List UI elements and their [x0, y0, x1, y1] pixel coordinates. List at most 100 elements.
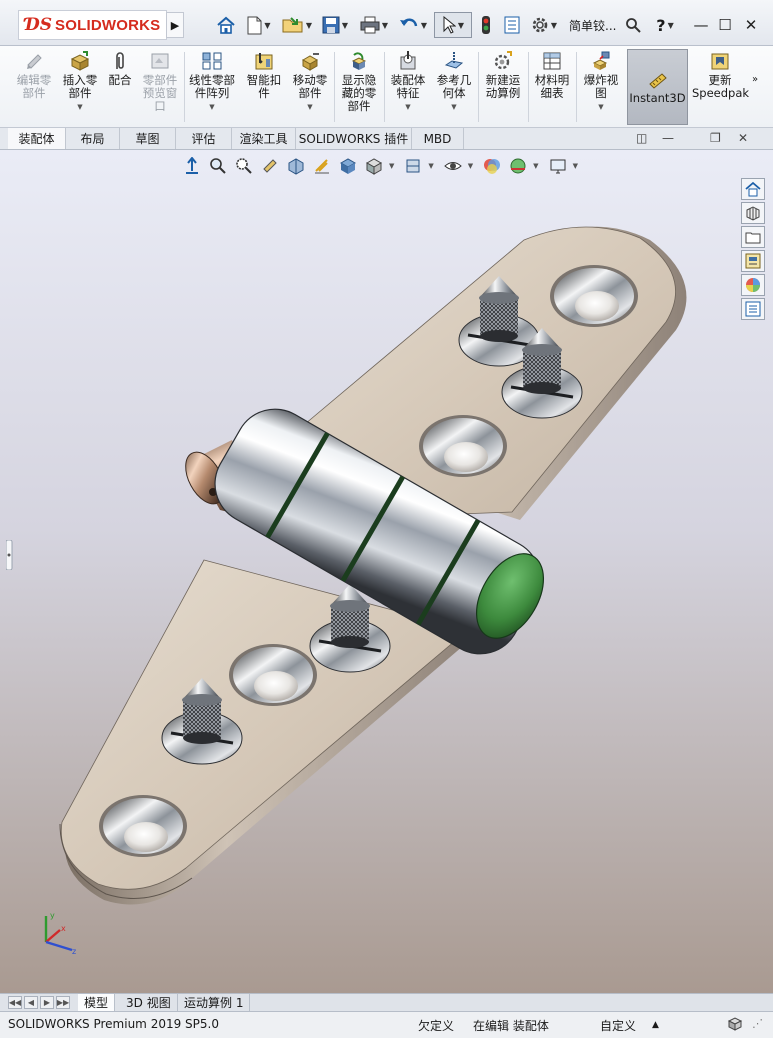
dropdown-arrow-icon[interactable]: ▼ [389, 162, 394, 170]
first-tab-arrow-icon[interactable]: ◀◀ [8, 996, 22, 1009]
rebuild-icon[interactable] [477, 12, 495, 38]
zoom-to-fit-icon[interactable] [207, 155, 229, 177]
countersunk-hole[interactable] [419, 415, 507, 477]
tab-mbd[interactable]: MBD [412, 128, 464, 149]
last-tab-arrow-icon[interactable]: ▶▶ [56, 996, 70, 1009]
assembly-features-button[interactable]: 装配体特征 ▼ [386, 50, 430, 114]
design-library-icon[interactable] [741, 202, 765, 224]
tab-motion-study-1[interactable]: 运动算例 1 [178, 994, 251, 1011]
appearance-icon[interactable] [481, 155, 503, 177]
tab-solidworks-addins[interactable]: SOLIDWORKS 插件 [296, 128, 412, 149]
scene-icon[interactable] [507, 155, 529, 177]
edit-component-icon [23, 50, 45, 72]
view-orientation-icon[interactable] [181, 155, 203, 177]
file-properties-icon[interactable] [501, 12, 523, 38]
next-tab-arrow-icon[interactable]: ▶ [40, 996, 54, 1009]
tab-sketch[interactable]: 草图 [120, 128, 176, 149]
dropdown-arrow-icon[interactable]: ▼ [307, 101, 312, 114]
dropdown-arrow-icon[interactable]: ▼ [598, 101, 603, 114]
component-preview-button[interactable]: 零部件预览窗口 [138, 50, 182, 113]
resize-grip-icon[interactable]: ⋰ [752, 1017, 763, 1030]
print-icon[interactable]: ▼ [357, 12, 391, 38]
eye-icon[interactable] [442, 155, 464, 177]
view-settings-monitor-icon[interactable] [547, 155, 569, 177]
hide-show-items-icon[interactable] [402, 155, 424, 177]
view-palette-icon[interactable] [741, 250, 765, 272]
countersunk-hole[interactable] [550, 265, 638, 327]
dropdown-arrow-icon[interactable]: ▼ [451, 101, 456, 114]
save-icon[interactable]: ▼ [318, 12, 352, 38]
dropdown-arrow-icon[interactable]: ▼ [405, 101, 410, 114]
instant3d-button[interactable]: Instant3D [627, 49, 688, 125]
hinge-assembly-model[interactable] [0, 150, 773, 993]
pane-split-icon[interactable]: ◫ [636, 131, 647, 145]
component-preview-label: 零部件预览窗口 [142, 73, 178, 113]
show-hidden-components-button[interactable]: 显示隐藏的零部件 [336, 50, 382, 113]
ribbon-overflow-icon[interactable]: » [752, 74, 758, 85]
select-icon[interactable]: ▼ [434, 12, 472, 38]
show-hidden-label: 显示隐藏的零部件 [341, 73, 377, 113]
ribbon-separator [384, 52, 385, 122]
tab-render-tools[interactable]: 渲染工具 [232, 128, 296, 149]
undo-icon[interactable]: ▼ [396, 12, 430, 38]
view-cube-icon[interactable] [337, 155, 359, 177]
previous-view-icon[interactable] [259, 155, 281, 177]
close-icon[interactable]: ✕ [740, 14, 762, 36]
home-icon[interactable] [214, 12, 238, 38]
menu-expand-arrow-icon[interactable]: ▶ [166, 12, 184, 38]
tab-layout[interactable]: 布局 [66, 128, 120, 149]
dynamic-annotation-icon[interactable] [311, 155, 333, 177]
countersunk-hole[interactable] [99, 795, 187, 857]
insert-components-button[interactable]: 插入零部件 ▼ [58, 50, 102, 114]
display-style-icon[interactable] [363, 155, 385, 177]
solidworks-logo[interactable]: ƊS SOLIDWORKS [18, 10, 168, 40]
new-motion-study-button[interactable]: 新建运动算例 [480, 50, 526, 100]
units-status[interactable]: 自定义 [600, 1017, 636, 1034]
move-component-button[interactable]: 移动零部件 ▼ [288, 50, 332, 114]
bill-of-materials-button[interactable]: 材料明细表 [530, 50, 574, 100]
pane-close-icon[interactable]: ✕ [738, 131, 748, 145]
solidworks-resources-home-icon[interactable] [741, 178, 765, 200]
appearances-scenes-icon[interactable] [741, 274, 765, 296]
open-icon[interactable]: ▼ [279, 12, 315, 38]
custom-properties-icon[interactable] [741, 298, 765, 320]
exploded-view-button[interactable]: 爆炸视图 ▼ [578, 50, 624, 114]
dropdown-arrow-icon[interactable]: ▼ [77, 101, 82, 114]
previous-tab-arrow-icon[interactable]: ◀ [24, 996, 38, 1009]
units-dropdown-icon[interactable]: ▲ [652, 1020, 659, 1030]
dropdown-arrow-icon[interactable]: ▼ [533, 162, 538, 170]
dropdown-arrow-icon[interactable]: ▼ [428, 162, 433, 170]
graphics-area[interactable]: ▼ ▼ ▼ ▼ ▼ y x z [0, 150, 773, 993]
update-speedpak-button[interactable]: 更新Speedpak [690, 50, 750, 100]
help-icon[interactable]: ? ▼ [650, 12, 680, 38]
tab-assembly[interactable]: 装配体 [8, 128, 66, 149]
pane-restore-icon[interactable]: ❐ [710, 131, 721, 145]
smart-fasteners-button[interactable]: 智能扣件 [242, 50, 286, 100]
rebuild-status-icon[interactable] [727, 1017, 743, 1034]
section-view-icon[interactable] [285, 155, 307, 177]
linear-pattern-button[interactable]: 线性零部件阵列 ▼ [186, 50, 238, 114]
new-motion-study-label: 新建运动算例 [485, 73, 521, 100]
ribbon-separator [478, 52, 479, 122]
countersunk-hole[interactable] [229, 644, 317, 706]
zoom-to-area-icon[interactable] [233, 155, 255, 177]
tab-evaluate[interactable]: 评估 [176, 128, 232, 149]
minimize-icon[interactable]: — [690, 14, 712, 36]
pane-minimize-icon[interactable]: — [662, 131, 674, 145]
dropdown-arrow-icon[interactable]: ▼ [209, 101, 214, 114]
reference-geometry-button[interactable]: 参考几何体 ▼ [432, 50, 476, 114]
search-icon[interactable] [622, 12, 644, 38]
tab-3d-views[interactable]: 3D 视图 [120, 994, 178, 1011]
dropdown-arrow-icon[interactable]: ▼ [468, 162, 473, 170]
dropdown-arrow-icon[interactable]: ▼ [573, 162, 578, 170]
options-gear-icon[interactable]: ▼ [527, 12, 561, 38]
mate-button[interactable]: 配合 [104, 50, 136, 87]
ds-logo-icon: ƊS [25, 15, 53, 35]
edit-component-button[interactable]: 编辑零部件 [12, 50, 56, 100]
maximize-icon[interactable]: ☐ [714, 14, 736, 36]
file-explorer-icon[interactable] [741, 226, 765, 248]
title-bar: ƊS SOLIDWORKS ▶ ▼ ▼ ▼ ▼ ▼ ▼ ▼ 简单铰... ? ▼ … [0, 0, 773, 46]
new-document-icon[interactable]: ▼ [242, 12, 276, 38]
feature-manager-grip-icon[interactable] [6, 540, 14, 570]
tab-model[interactable]: 模型 [78, 994, 116, 1011]
